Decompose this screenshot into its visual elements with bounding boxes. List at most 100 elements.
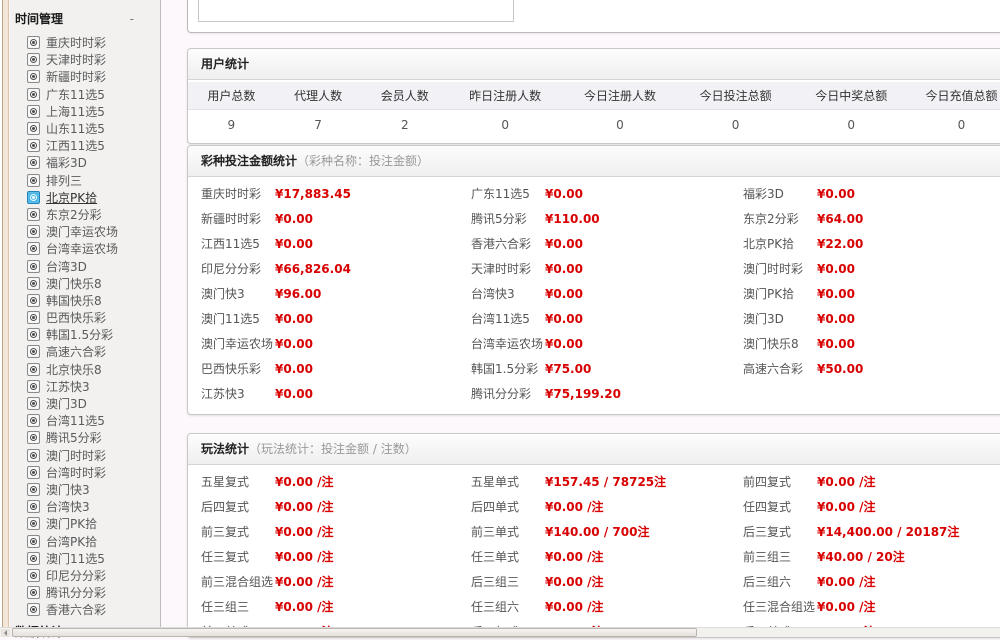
lottery-bullet-icon <box>27 552 40 565</box>
sidebar-item-label: 重庆时时彩 <box>46 34 106 51</box>
sidebar-item[interactable]: 澳门快3 <box>27 481 160 498</box>
stat-pair-name: 澳门快乐8 <box>743 335 817 352</box>
stat-pair-name: 东京2分彩 <box>743 210 817 227</box>
sidebar-item[interactable]: 澳门幸运农场 <box>27 223 160 240</box>
sidebar-item[interactable]: 台湾时时彩 <box>27 464 160 481</box>
sidebar-item[interactable]: 澳门11选5 <box>27 550 160 567</box>
sidebar-item[interactable]: 腾讯5分彩 <box>27 429 160 446</box>
sidebar-item[interactable]: 澳门时时彩 <box>27 447 160 464</box>
stat-pair-column: 重庆时时彩 ¥17,883.45 新疆时时彩 ¥0.00 江西11选5 ¥0.0… <box>201 181 471 406</box>
sidebar-item[interactable]: 排列三 <box>27 172 160 189</box>
sidebar-item[interactable]: 北京快乐8 <box>27 361 160 378</box>
lottery-bullet-icon <box>27 70 40 83</box>
stat-pair-column: 广东11选5 ¥0.00 腾讯5分彩 ¥110.00 香港六合彩 ¥0.00 天… <box>471 181 743 406</box>
stat-pair-name: 前三单式 <box>471 523 545 540</box>
horizontal-scrollbar[interactable] <box>0 627 1000 637</box>
stat-pair-name: 台湾幸运农场 <box>471 335 545 352</box>
stat-pair-value: ¥50.00 <box>817 362 863 376</box>
sidebar-item-label: 东京2分彩 <box>46 206 102 223</box>
sidebar-item[interactable]: 上海11选5 <box>27 103 160 120</box>
sidebar-item-label: 韩国快乐8 <box>46 292 102 309</box>
sidebar-item[interactable]: 巴西快乐彩 <box>27 309 160 326</box>
stat-pair-value: ¥14,400.00 / 20187注 <box>817 523 959 540</box>
stats-column-header: 昨日注册人数 <box>448 82 562 109</box>
sidebar-item[interactable]: 澳门PK拾 <box>27 515 160 532</box>
sidebar-item[interactable]: 山东11选5 <box>27 120 160 137</box>
sidebar: 时间管理 - 重庆时时彩 天津时时彩 新疆时时彩 广东11选5 上海11选5 山… <box>10 0 161 637</box>
scroll-left-arrow-icon[interactable] <box>1 629 10 637</box>
sidebar-item-label: 江苏快3 <box>46 378 90 395</box>
sidebar-item[interactable]: 新疆时时彩 <box>27 68 160 85</box>
stats-column-header: 用户总数 <box>188 82 275 109</box>
stat-pair-value: ¥96.00 <box>275 287 321 301</box>
stat-pair-value: ¥0.00 /注 <box>275 523 334 540</box>
top-panel-input-box[interactable] <box>198 0 514 22</box>
stat-pair-value: ¥0.00 /注 <box>817 573 876 590</box>
sidebar-item[interactable]: 北京PK拾 <box>27 189 160 206</box>
sidebar-item[interactable]: 江西11选5 <box>27 137 160 154</box>
sidebar-item[interactable]: 高速六合彩 <box>27 343 160 360</box>
sidebar-item[interactable]: 福彩3D <box>27 154 160 171</box>
stat-pair-row: 任三单式 ¥0.00 /注 <box>471 544 743 569</box>
sidebar-item[interactable]: 澳门快乐8 <box>27 275 160 292</box>
stat-pair-name: 福彩3D <box>743 185 817 202</box>
stat-pair-name: 澳门PK拾 <box>743 285 817 302</box>
stat-pair-value: ¥0.00 <box>275 362 313 376</box>
stat-pair-value: ¥0.00 /注 <box>275 473 334 490</box>
sidebar-item[interactable]: 香港六合彩 <box>27 601 160 618</box>
stat-pair-name: 前四复式 <box>743 473 817 490</box>
sidebar-item[interactable]: 韩国快乐8 <box>27 292 160 309</box>
stat-pair-name: 前三组三 <box>743 548 817 565</box>
sidebar-item-label: 澳门3D <box>46 395 87 412</box>
left-edge-strip <box>0 0 9 637</box>
stat-pair-row: 后三组三 ¥0.00 /注 <box>471 569 743 594</box>
play-stats-title: 玩法统计 <box>201 442 249 456</box>
sidebar-item-label: 北京PK拾 <box>46 189 97 206</box>
sidebar-item[interactable]: 台湾快3 <box>27 498 160 515</box>
sidebar-item[interactable]: 天津时时彩 <box>27 51 160 68</box>
sidebar-item-label: 印尼分分彩 <box>46 567 106 584</box>
sidebar-item[interactable]: 重庆时时彩 <box>27 34 160 51</box>
stat-pair-name: 香港六合彩 <box>471 235 545 252</box>
stat-pair-name: 五星复式 <box>201 473 275 490</box>
sidebar-item[interactable]: 江苏快3 <box>27 378 160 395</box>
stat-pair-column: 五星复式 ¥0.00 /注 后四复式 ¥0.00 /注 前三复式 ¥0.00 /… <box>201 469 471 638</box>
sidebar-item[interactable]: 台湾11选5 <box>27 412 160 429</box>
sidebar-item[interactable]: 台湾PK拾 <box>27 532 160 549</box>
user-stats-panel: 用户统计 用户总数代理人数会员人数昨日注册人数今日注册人数今日投注总额今日中奖总… <box>187 48 1000 144</box>
stat-pair-name: 任三单式 <box>471 548 545 565</box>
sidebar-item[interactable]: 台湾3D <box>27 257 160 274</box>
sidebar-item-label: 台湾幸运农场 <box>46 240 118 257</box>
stat-pair-name: 高速六合彩 <box>743 360 817 377</box>
stat-pair-row: 前三混合组选 ¥0.00 /注 <box>201 569 471 594</box>
sidebar-item[interactable]: 澳门3D <box>27 395 160 412</box>
collapse-section-button[interactable]: - <box>130 14 134 24</box>
lottery-bullet-icon <box>27 311 40 324</box>
stat-pair-value: ¥0.00 /注 <box>275 598 334 615</box>
sidebar-item[interactable]: 印尼分分彩 <box>27 567 160 584</box>
stat-pair-row: 新疆时时彩 ¥0.00 <box>201 206 471 231</box>
sidebar-item-label: 台湾PK拾 <box>46 533 97 550</box>
lottery-bullet-icon <box>27 414 40 427</box>
sidebar-item-label: 巴西快乐彩 <box>46 309 106 326</box>
stat-pair-row: 前三组三 ¥40.00 / 20注 <box>743 544 1000 569</box>
scrollbar-thumb[interactable] <box>12 628 697 637</box>
stat-pair-row: 香港六合彩 ¥0.00 <box>471 231 743 256</box>
stat-pair-name: 后四单式 <box>471 498 545 515</box>
sidebar-item-label: 澳门PK拾 <box>46 515 97 532</box>
sidebar-item-label: 台湾快3 <box>46 498 90 515</box>
lottery-bullet-icon <box>27 225 40 238</box>
stat-pair-row: 任三复式 ¥0.00 /注 <box>201 544 471 569</box>
lottery-bullet-icon <box>27 191 40 204</box>
sidebar-item[interactable]: 腾讯分分彩 <box>27 584 160 601</box>
stat-pair-value: ¥0.00 <box>545 337 583 351</box>
sidebar-item[interactable]: 东京2分彩 <box>27 206 160 223</box>
stat-pair-column: 福彩3D ¥0.00 东京2分彩 ¥64.00 北京PK拾 ¥22.00 澳门时… <box>743 181 1000 406</box>
stat-pair-value: ¥40.00 / 20注 <box>817 548 905 565</box>
stats-column-header: 今日充值总额 <box>909 82 1000 109</box>
sidebar-item[interactable]: 台湾幸运农场 <box>27 240 160 257</box>
play-stats-grid: 五星复式 ¥0.00 /注 后四复式 ¥0.00 /注 前三复式 ¥0.00 /… <box>201 469 1000 638</box>
sidebar-item[interactable]: 广东11选5 <box>27 86 160 103</box>
sidebar-item[interactable]: 韩国1.5分彩 <box>27 326 160 343</box>
lottery-bullet-icon <box>27 603 40 616</box>
